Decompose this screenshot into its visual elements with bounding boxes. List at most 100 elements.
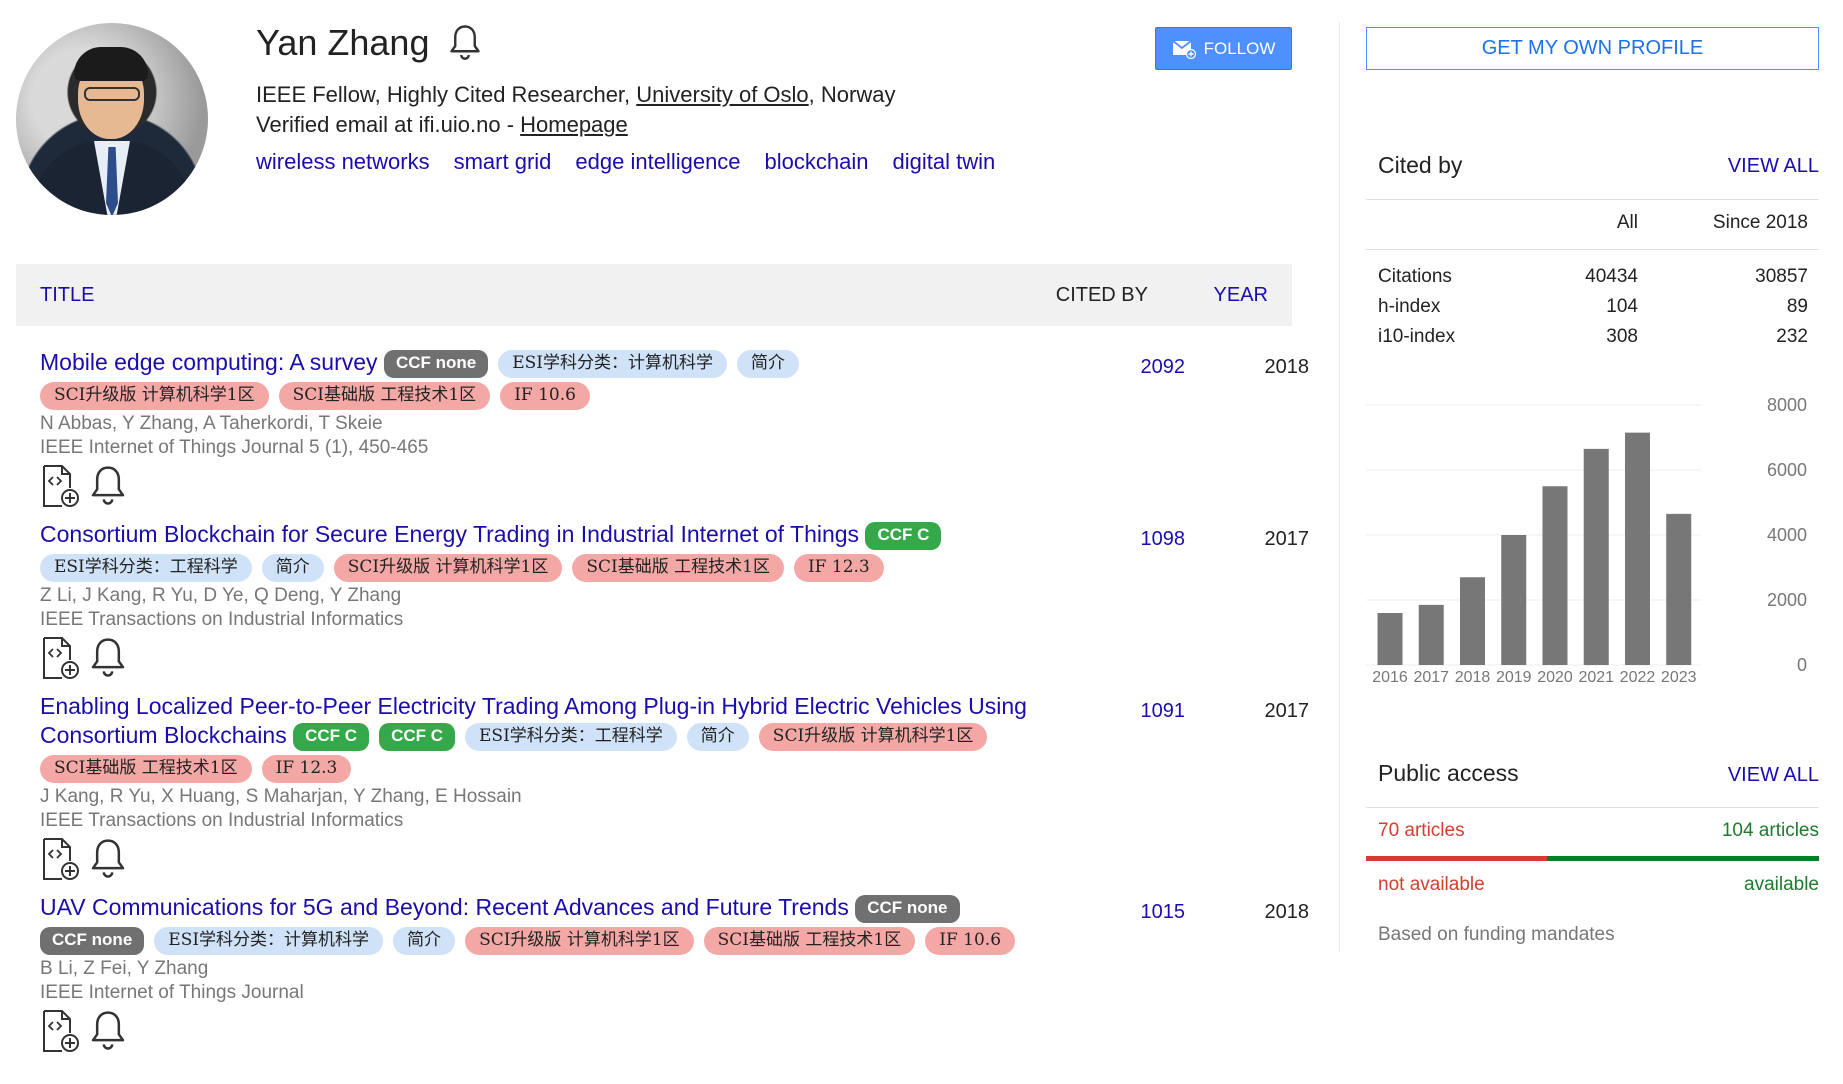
stat-all: 104: [1606, 296, 1638, 317]
interest-link[interactable]: edge intelligence: [575, 149, 740, 175]
article-tag[interactable]: ESI学科分类：计算机科学: [154, 927, 384, 955]
x-tick-label: 2023: [1661, 669, 1697, 685]
article-year: 2018: [1264, 356, 1310, 378]
divider: [1366, 807, 1819, 808]
article-tag[interactable]: IF 10.6: [925, 927, 1016, 955]
stat-since: 30857: [1755, 266, 1808, 287]
add-to-library-icon[interactable]: [40, 837, 82, 881]
interest-link[interactable]: digital twin: [893, 149, 996, 175]
citation-bar[interactable]: [1418, 604, 1444, 665]
stats-row: i10-index 308 232: [1378, 322, 1808, 352]
follow-button[interactable]: FOLLOW: [1155, 27, 1292, 70]
stat-label: h-index: [1378, 296, 1441, 317]
interest-link[interactable]: wireless networks: [256, 149, 430, 175]
article-title-block: Mobile edge computing: A survey CCF none…: [40, 348, 1030, 412]
article-tag[interactable]: SCI升级版 计算机科学1区: [758, 723, 988, 751]
article-tag[interactable]: 简介: [686, 723, 749, 751]
article-tag[interactable]: SCI基础版 工程技术1区: [278, 382, 491, 410]
col-all: All: [1616, 212, 1638, 233]
article-tag[interactable]: SCI升级版 计算机科学1区: [333, 554, 563, 582]
citation-bar[interactable]: [1459, 577, 1485, 665]
alert-bell-icon[interactable]: [88, 837, 128, 881]
article-authors: B Li, Z Fei, Y Zhang: [40, 958, 209, 979]
public-access-view-all[interactable]: VIEW ALL: [1728, 764, 1819, 787]
article-tag[interactable]: SCI升级版 计算机科学1区: [40, 382, 269, 410]
article-cited-by[interactable]: 1091: [1105, 700, 1186, 723]
article-title-link[interactable]: UAV Communications for 5G and Beyond: Re…: [40, 894, 849, 920]
article-tag[interactable]: 简介: [261, 554, 324, 582]
pa-bar-available: [1547, 856, 1819, 861]
article-tag[interactable]: SCI基础版 工程技术1区: [572, 554, 784, 582]
interest-link[interactable]: blockchain: [765, 149, 869, 175]
article-title-link[interactable]: Mobile edge computing: A survey: [40, 349, 378, 375]
y-tick-label: 2000: [1767, 590, 1807, 610]
x-tick-label: 2020: [1537, 669, 1573, 685]
citation-bar[interactable]: [1377, 613, 1403, 665]
article-title-block: Consortium Blockchain for Secure Energy …: [40, 520, 1030, 584]
article-tag[interactable]: 简介: [393, 927, 456, 955]
citation-bar[interactable]: [1501, 535, 1527, 665]
add-to-library-icon[interactable]: [40, 464, 82, 508]
y-tick-label: 4000: [1767, 525, 1807, 545]
follow-label: FOLLOW: [1203, 38, 1276, 58]
article-actions: [40, 1009, 1290, 1053]
article-tag[interactable]: CCF none: [383, 350, 489, 378]
sort-by-title[interactable]: TITLE: [40, 284, 94, 307]
article-year: 2017: [1264, 528, 1310, 550]
article-tag[interactable]: ESI学科分类：计算机科学: [498, 350, 727, 378]
articles-table-header: TITLE CITED BY YEAR: [16, 264, 1292, 326]
alert-bell-icon[interactable]: [88, 464, 128, 508]
article-tag[interactable]: SCI基础版 工程技术1区: [40, 755, 252, 783]
sort-by-year[interactable]: YEAR: [1214, 284, 1268, 307]
stat-since: 89: [1786, 296, 1808, 317]
citation-bar[interactable]: [1666, 513, 1692, 665]
article-title-link[interactable]: Consortium Blockchain for Secure Energy …: [40, 521, 859, 547]
article-tag[interactable]: ESI学科分类：工程科学: [465, 723, 677, 751]
alert-bell-icon[interactable]: [88, 1009, 128, 1053]
article-tag[interactable]: SCI基础版 工程技术1区: [703, 927, 916, 955]
article-year: 2018: [1264, 901, 1310, 923]
alert-bell-icon[interactable]: [88, 636, 128, 680]
stat-all: 308: [1606, 326, 1638, 347]
article-row: Consortium Blockchain for Secure Energy …: [40, 520, 1309, 680]
article-tag[interactable]: ESI学科分类：工程科学: [40, 554, 252, 582]
article-cited-by[interactable]: 1015: [1105, 901, 1186, 924]
article-tag[interactable]: IF 10.6: [500, 382, 590, 410]
article-year: 2017: [1264, 700, 1310, 722]
cited-by-title: Cited by: [1378, 152, 1463, 178]
citation-bar[interactable]: [1542, 486, 1568, 665]
article-cited-by[interactable]: 2092: [1105, 356, 1186, 379]
article-tag[interactable]: IF 12.3: [793, 554, 884, 582]
article-authors: N Abbas, Y Zhang, A Taherkordi, T Skeie: [40, 413, 383, 434]
bell-icon[interactable]: [447, 23, 483, 63]
pa-available-count[interactable]: 104 articles: [1722, 820, 1819, 842]
citation-stats-body: Citations 40434 30857 h-index 104 89 i10-index…: [1378, 262, 1808, 352]
affiliation-link[interactable]: University of Oslo: [636, 82, 808, 107]
citations-per-year-chart: 0 2000 4000 6000 8000 2016 2017 2018 2019 2020 202…: [1366, 395, 1807, 685]
x-tick-label: 2018: [1455, 669, 1491, 685]
article-tag[interactable]: CCF C: [379, 723, 456, 751]
article-tag[interactable]: IF 12.3: [261, 755, 352, 783]
pa-not-available-count[interactable]: 70 articles: [1378, 820, 1465, 842]
profile-email: Verified email at ifi.uio.no - Homepage: [256, 112, 628, 137]
article-tag[interactable]: CCF none: [855, 895, 960, 923]
article-actions: [40, 636, 1290, 680]
y-tick-label: 8000: [1767, 395, 1807, 415]
citation-bar[interactable]: [1583, 448, 1609, 665]
interest-link[interactable]: smart grid: [454, 149, 552, 175]
article-venue: IEEE Internet of Things Journal: [40, 982, 304, 1003]
article-tag[interactable]: CCF C: [865, 522, 942, 550]
funding-mandates-note: Based on funding mandates: [1378, 924, 1615, 945]
cited-by-view-all[interactable]: VIEW ALL: [1728, 155, 1819, 178]
citation-bar[interactable]: [1624, 432, 1650, 665]
article-tag[interactable]: SCI升级版 计算机科学1区: [465, 927, 694, 955]
get-my-own-profile-button[interactable]: GET MY OWN PROFILE: [1366, 27, 1819, 70]
article-tag[interactable]: CCF none: [40, 927, 145, 955]
article-tag[interactable]: CCF C: [293, 723, 370, 751]
article-tag[interactable]: 简介: [737, 350, 799, 378]
add-to-library-icon[interactable]: [40, 1009, 82, 1053]
homepage-link[interactable]: Homepage: [520, 112, 628, 137]
add-to-library-icon[interactable]: [40, 636, 82, 680]
sort-by-cited[interactable]: CITED BY: [1056, 284, 1148, 307]
article-cited-by[interactable]: 1098: [1105, 528, 1186, 551]
